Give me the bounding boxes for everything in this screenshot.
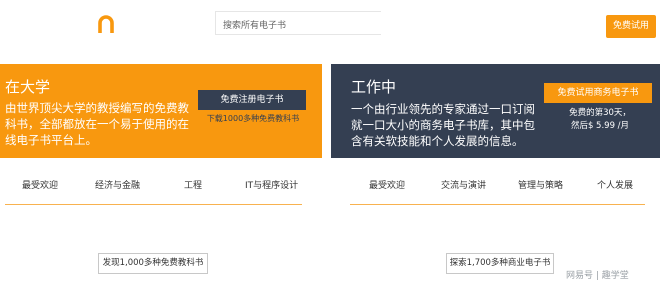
explore-business-ebooks-button[interactable]: 探索1,700多种商业电子书 <box>446 253 554 274</box>
work-title: 工作中 <box>351 78 397 96</box>
tab-engineering[interactable]: 工程 <box>184 178 202 191</box>
right-tab-underline <box>350 204 645 205</box>
tab-management[interactable]: 管理与策略 <box>518 178 563 191</box>
watermark: 网易号 | 趣学堂 <box>566 271 629 281</box>
register-ebook-button[interactable]: 免费注册电子书 <box>198 90 306 110</box>
tab-economics-finance[interactable]: 经济与金融 <box>95 178 140 191</box>
business-trial-button[interactable]: 免费试用商务电子书 <box>544 83 652 103</box>
tab-communication[interactable]: 交流与演讲 <box>441 178 486 191</box>
logo-icon[interactable] <box>98 15 114 33</box>
discover-textbooks-button[interactable]: 发现1,000多种免费教科书 <box>98 253 208 274</box>
tab-right-popular[interactable]: 最受欢迎 <box>369 178 405 191</box>
free-trial-button[interactable]: 免费试用 <box>606 15 656 38</box>
price-line-2: 然后$ 5.99 /月 <box>570 121 630 131</box>
tab-personal-development[interactable]: 个人发展 <box>597 178 633 191</box>
tab-it-programming[interactable]: IT与程序设计 <box>245 178 298 191</box>
work-description: 一个由行业领先的专家通过一口订阅就一口大小的商务电子书库，其中包含有关软技能和个… <box>351 102 535 148</box>
price-text: 免费的第30天， 然后$ 5.99 /月 <box>560 107 640 133</box>
download-textbooks-text: 下载1000多种免费教科书 <box>206 114 300 123</box>
search-input[interactable]: 搜索所有电子书 <box>215 11 381 35</box>
price-line-1: 免费的第30天， <box>569 108 631 118</box>
tab-left-popular[interactable]: 最受欢迎 <box>22 178 58 191</box>
university-title: 在大学 <box>5 78 51 96</box>
left-tab-underline <box>5 204 302 205</box>
university-description: 由世界顶尖大学的教授编写的免费教科书，全部都放在一个易于使用的在线电子书平台上。 <box>5 101 189 147</box>
